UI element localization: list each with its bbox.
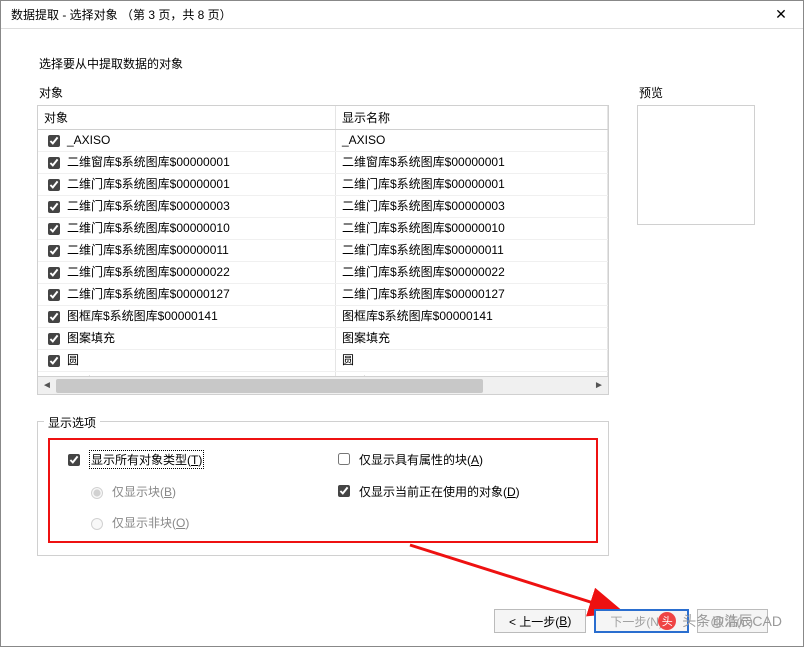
only-nonblocks-input bbox=[91, 518, 103, 530]
table-row[interactable]: 图案填充 图案填充 bbox=[38, 328, 608, 350]
row-checkbox[interactable] bbox=[48, 223, 60, 235]
row-display-label: 二维门库$系统图库$00000010 bbox=[336, 218, 608, 239]
cancel-button[interactable]: 取消(C) bbox=[697, 609, 768, 633]
row-display-label: 二维门库$系统图库$00000001 bbox=[336, 174, 608, 195]
col-header-object[interactable]: 对象 bbox=[38, 106, 336, 129]
col-header-display[interactable]: 显示名称 bbox=[336, 106, 608, 129]
row-checkbox[interactable] bbox=[48, 201, 60, 213]
table-row[interactable]: 二维窗库$系统图库$00000001 二维窗库$系统图库$00000001 bbox=[38, 152, 608, 174]
close-icon[interactable]: ✕ bbox=[765, 6, 797, 23]
objects-label: 对象 bbox=[39, 84, 609, 101]
next-button[interactable]: 下一步(N) > bbox=[594, 609, 689, 633]
row-display-label: 圆 bbox=[336, 350, 608, 371]
row-display-label: 二维门库$系统图库$00000127 bbox=[336, 284, 608, 305]
row-object-label: 二维门库$系统图库$00000001 bbox=[67, 177, 230, 192]
table-row[interactable]: _AXISO _AXISO bbox=[38, 130, 608, 152]
only-in-use-checkbox[interactable]: 仅显示当前正在使用的对象(D) bbox=[334, 482, 564, 500]
scroll-left-icon[interactable]: ◄ bbox=[38, 377, 56, 395]
back-button[interactable]: < 上一步(B) bbox=[494, 609, 586, 633]
row-checkbox[interactable] bbox=[48, 267, 60, 279]
row-checkbox[interactable] bbox=[48, 179, 60, 191]
row-object-label: 圆 bbox=[67, 353, 79, 368]
row-checkbox[interactable] bbox=[48, 355, 60, 367]
row-object-label: 图框库$系统图库$00000141 bbox=[67, 309, 218, 324]
scroll-right-icon[interactable]: ► bbox=[590, 377, 608, 395]
show-all-types-input[interactable] bbox=[68, 454, 80, 466]
titlebar: 数据提取 - 选择对象 （第 3 页，共 8 页） ✕ bbox=[1, 1, 803, 29]
horizontal-scrollbar[interactable]: ◄ ► bbox=[38, 376, 608, 394]
table-row[interactable]: 图框库$系统图库$00000141 图框库$系统图库$00000141 bbox=[38, 306, 608, 328]
row-display-label: 二维门库$系统图库$00000003 bbox=[336, 196, 608, 217]
scroll-thumb[interactable] bbox=[56, 379, 483, 393]
row-display-label: 图框库$系统图库$00000141 bbox=[336, 306, 608, 327]
display-options-label: 显示选项 bbox=[44, 414, 100, 431]
row-display-label: 二维窗库$系统图库$00000001 bbox=[336, 152, 608, 173]
preview-label: 预览 bbox=[639, 84, 767, 101]
table-row[interactable]: 二维门库$系统图库$00000010 二维门库$系统图库$00000010 bbox=[38, 218, 608, 240]
only-in-use-input[interactable] bbox=[338, 485, 350, 497]
row-checkbox[interactable] bbox=[48, 135, 60, 147]
row-display-label: 图案填充 bbox=[336, 328, 608, 349]
highlighted-options: 显示所有对象类型(T) 仅显示块(B) bbox=[48, 438, 598, 543]
only-attr-blocks-input[interactable] bbox=[338, 453, 350, 465]
row-checkbox[interactable] bbox=[48, 311, 60, 323]
row-display-label: 二维门库$系统图库$00000011 bbox=[336, 240, 608, 261]
table-row[interactable]: 二维门库$系统图库$00000022 二维门库$系统图库$00000022 bbox=[38, 262, 608, 284]
row-object-label: 二维门库$系统图库$00000003 bbox=[67, 199, 230, 214]
row-object-label: 二维窗库$系统图库$00000001 bbox=[67, 155, 230, 170]
only-blocks-input bbox=[91, 487, 103, 499]
show-all-types-checkbox[interactable]: 显示所有对象类型(T) bbox=[64, 450, 294, 469]
row-object-label: 二维门库$系统图库$00000010 bbox=[67, 221, 230, 236]
row-object-label: 二维门库$系统图库$00000022 bbox=[67, 265, 230, 280]
row-checkbox[interactable] bbox=[48, 333, 60, 345]
only-attr-blocks-checkbox[interactable]: 仅显示具有属性的块(A) bbox=[334, 450, 564, 468]
table-row[interactable]: 圆圆 bbox=[38, 350, 608, 372]
table-row[interactable]: 二维门库$系统图库$00000011 二维门库$系统图库$00000011 bbox=[38, 240, 608, 262]
row-object-label: 二维门库$系统图库$00000127 bbox=[67, 287, 230, 302]
row-checkbox[interactable] bbox=[48, 157, 60, 169]
only-blocks-radio: 仅显示块(B) bbox=[86, 483, 294, 500]
instruction-label: 选择要从中提取数据的对象 bbox=[39, 55, 767, 72]
row-display-label: _AXISO bbox=[336, 130, 608, 151]
dialog-title: 数据提取 - 选择对象 （第 3 页，共 8 页） bbox=[11, 6, 232, 23]
row-object-label: _AXISO bbox=[67, 133, 110, 148]
row-object-label: 图案填充 bbox=[67, 331, 115, 346]
preview-box bbox=[637, 105, 755, 225]
row-checkbox[interactable] bbox=[48, 245, 60, 257]
objects-table[interactable]: 对象 显示名称 _AXISO_AXISO二维窗库$系统图库$00000001二维… bbox=[37, 105, 609, 395]
table-row[interactable]: 二维门库$系统图库$00000127 二维门库$系统图库$00000127 bbox=[38, 284, 608, 306]
only-nonblocks-radio: 仅显示非块(O) bbox=[86, 514, 294, 531]
table-row[interactable]: 二维门库$系统图库$00000001 二维门库$系统图库$00000001 bbox=[38, 174, 608, 196]
table-row[interactable]: 二维门库$系统图库$00000003 二维门库$系统图库$00000003 bbox=[38, 196, 608, 218]
row-display-label: 二维门库$系统图库$00000022 bbox=[336, 262, 608, 283]
row-checkbox[interactable] bbox=[48, 289, 60, 301]
row-object-label: 二维门库$系统图库$00000011 bbox=[67, 243, 229, 258]
